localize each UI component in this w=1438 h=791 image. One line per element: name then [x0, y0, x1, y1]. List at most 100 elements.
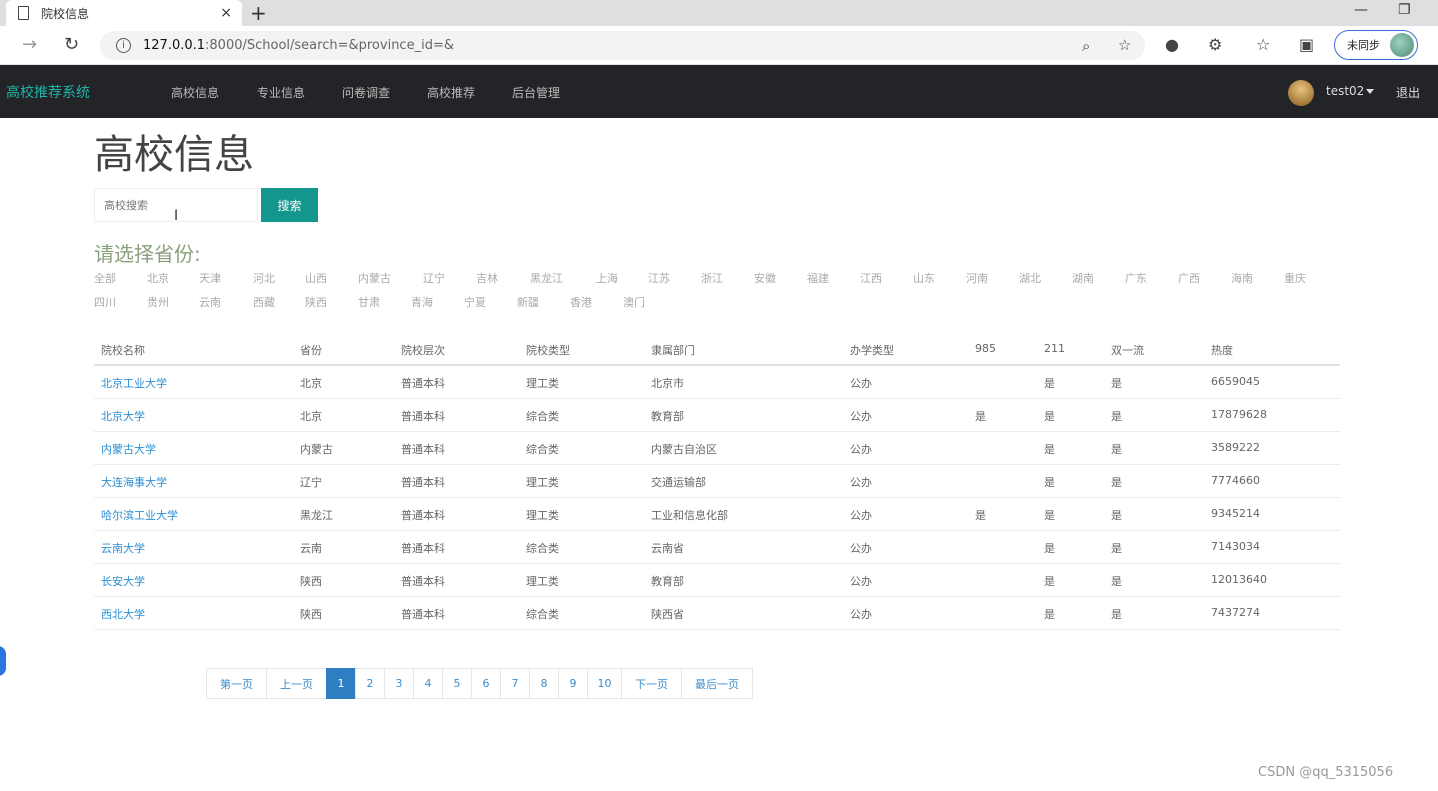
province-link[interactable]: 青海 — [411, 294, 433, 310]
province-link[interactable]: 北京 — [147, 270, 169, 286]
col-level: 普通本科 — [401, 410, 445, 423]
province-link[interactable]: 全部 — [94, 270, 116, 286]
province-link[interactable]: 安徽 — [754, 270, 776, 286]
province-link[interactable]: 河南 — [966, 270, 988, 286]
favorite-add-icon[interactable]: ☆ — [1118, 36, 1131, 54]
province-link[interactable]: 澳门 — [623, 294, 645, 310]
header-col-province: 省份 — [300, 344, 322, 357]
reload-icon[interactable]: ↻ — [64, 34, 79, 55]
table-header: 院校名称 省份 院校层次 院校类型 隶属部门 办学类型 985 211 双一流 热度 — [94, 333, 1340, 366]
school-name-link[interactable]: 长安大学 — [101, 573, 145, 589]
province-link[interactable]: 西藏 — [253, 294, 275, 310]
province-link[interactable]: 天津 — [199, 270, 221, 286]
province-heading: 请选择省份: — [94, 242, 201, 266]
province-link[interactable]: 辽宁 — [423, 270, 445, 286]
restore-icon[interactable]: ❐ — [1398, 2, 1411, 18]
zoom-icon[interactable]: ⌕ — [1082, 37, 1090, 55]
province-link[interactable]: 湖南 — [1072, 270, 1094, 286]
school-name-link[interactable]: 大连海事大学 — [101, 474, 167, 490]
nav-link-recommend[interactable]: 高校推荐 — [427, 84, 475, 101]
back-arrow-icon[interactable]: → — [22, 34, 37, 55]
province-link[interactable]: 黑龙江 — [530, 270, 563, 286]
col-level: 普通本科 — [401, 542, 445, 555]
school-name-link[interactable]: 西北大学 — [101, 606, 145, 622]
extensions-icon[interactable]: ⚙ — [1208, 35, 1222, 54]
province-link[interactable]: 甘肃 — [358, 294, 380, 310]
profile-sync-button[interactable]: 未同步 — [1334, 30, 1418, 60]
logout-link[interactable]: 退出 — [1396, 84, 1420, 101]
province-link[interactable]: 云南 — [199, 294, 221, 310]
page-number[interactable]: 3 — [384, 668, 414, 699]
province-link[interactable]: 广西 — [1178, 270, 1200, 286]
page-prev[interactable]: 上一页 — [266, 668, 327, 699]
user-menu[interactable]: test02 — [1326, 84, 1364, 98]
page-number[interactable]: 1 — [326, 668, 356, 699]
address-bar[interactable]: i 127.0.0.1:8000/School/search=&province… — [100, 31, 1145, 60]
header-col-school-name: 院校名称 — [101, 344, 145, 357]
extension-globe-icon[interactable]: ● — [1165, 35, 1179, 54]
school-name-link[interactable]: 北京工业大学 — [101, 375, 167, 391]
user-avatar[interactable] — [1288, 80, 1314, 106]
page-number[interactable]: 4 — [413, 668, 443, 699]
nav-link-school-info[interactable]: 高校信息 — [171, 84, 219, 101]
minimize-icon[interactable]: — — [1354, 2, 1368, 18]
new-tab-button[interactable]: + — [250, 1, 267, 25]
province-link[interactable]: 山西 — [305, 270, 327, 286]
province-link[interactable]: 上海 — [596, 270, 618, 286]
site-brand[interactable]: 高校推荐系统 — [6, 82, 90, 102]
nav-link-major-info[interactable]: 专业信息 — [257, 84, 305, 101]
collections-icon[interactable]: ▣ — [1299, 35, 1314, 54]
col-province: 北京 — [300, 377, 322, 390]
province-link[interactable]: 宁夏 — [464, 294, 486, 310]
province-link[interactable]: 新疆 — [517, 294, 539, 310]
page-last[interactable]: 最后一页 — [681, 668, 753, 699]
province-link[interactable]: 贵州 — [147, 294, 169, 310]
page-number[interactable]: 6 — [471, 668, 501, 699]
province-link[interactable]: 重庆 — [1284, 270, 1306, 286]
province-link[interactable]: 陕西 — [305, 294, 327, 310]
province-link[interactable]: 江苏 — [648, 270, 670, 286]
page-next[interactable]: 下一页 — [621, 668, 682, 699]
province-link[interactable]: 福建 — [807, 270, 829, 286]
page-number[interactable]: 9 — [558, 668, 588, 699]
url-host: 127.0.0.1 — [143, 38, 206, 53]
province-link[interactable]: 广东 — [1125, 270, 1147, 286]
col-department: 北京市 — [651, 377, 684, 390]
school-name-link[interactable]: 云南大学 — [101, 540, 145, 556]
page-number[interactable]: 10 — [587, 668, 622, 699]
page-number[interactable]: 8 — [529, 668, 559, 699]
text-cursor-icon: I — [174, 208, 179, 224]
nav-link-admin[interactable]: 后台管理 — [512, 84, 560, 101]
col-type: 综合类 — [526, 410, 559, 423]
province-link[interactable]: 香港 — [570, 294, 592, 310]
school-name-link[interactable]: 哈尔滨工业大学 — [101, 507, 178, 523]
site-info-icon[interactable]: i — [116, 38, 131, 53]
page-number[interactable]: 7 — [500, 668, 530, 699]
table-row: 内蒙古大学 内蒙古 普通本科 综合类 内蒙古自治区 公办 是 是 3589222 — [94, 432, 1340, 465]
page-number[interactable]: 5 — [442, 668, 472, 699]
province-link[interactable]: 山东 — [913, 270, 935, 286]
nav-link-survey[interactable]: 问卷调查 — [342, 84, 390, 101]
province-link[interactable]: 海南 — [1231, 270, 1253, 286]
floating-widget-icon[interactable] — [0, 646, 6, 676]
province-link[interactable]: 河北 — [253, 270, 275, 286]
page-first[interactable]: 第一页 — [206, 668, 267, 699]
header-col-double-first-class: 双一流 — [1111, 344, 1144, 357]
province-link[interactable]: 江西 — [860, 270, 882, 286]
province-link[interactable]: 浙江 — [701, 270, 723, 286]
school-name-link[interactable]: 北京大学 — [101, 408, 145, 424]
province-link[interactable]: 湖北 — [1019, 270, 1041, 286]
school-name-link[interactable]: 内蒙古大学 — [101, 441, 156, 457]
tab-title: 院校信息 — [41, 6, 90, 21]
col-985: 是 — [975, 509, 986, 522]
province-link[interactable]: 吉林 — [476, 270, 498, 286]
search-button[interactable]: 搜索 — [261, 188, 318, 222]
favorites-icon[interactable]: ☆ — [1256, 35, 1270, 54]
col-department: 交通运输部 — [651, 476, 706, 489]
browser-tab[interactable]: 院校信息 × — [6, 0, 242, 26]
province-link[interactable]: 四川 — [94, 294, 116, 310]
page-number[interactable]: 2 — [355, 668, 385, 699]
province-link[interactable]: 内蒙古 — [358, 270, 391, 286]
tab-close-icon[interactable]: × — [220, 5, 232, 21]
chevron-down-icon[interactable] — [1366, 89, 1374, 94]
